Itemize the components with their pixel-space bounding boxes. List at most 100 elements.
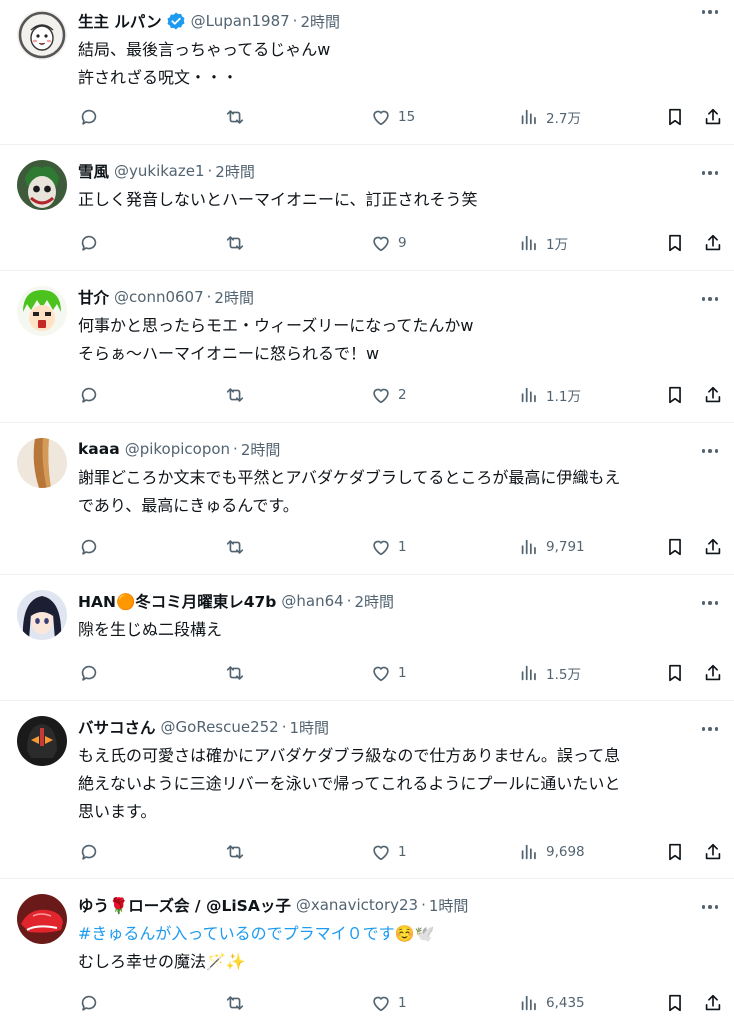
bookmark-button[interactable]: [664, 661, 686, 685]
handle[interactable]: @GoRescue252: [161, 718, 279, 736]
tweet-text: 何事かと思ったらモエ・ウィーズリーになってたんかw そらぁ～ハーマイオニーに怒ら…: [78, 316, 474, 363]
like-button[interactable]: 1: [370, 661, 407, 685]
reply-button[interactable]: [78, 661, 100, 685]
display-name[interactable]: 生主 ルパン: [78, 10, 162, 32]
bookmark-button[interactable]: [664, 535, 686, 559]
retweet-button[interactable]: [224, 991, 246, 1015]
handle[interactable]: @xanavictory23: [296, 896, 418, 914]
reply-button[interactable]: [78, 535, 100, 559]
more-icon[interactable]: [698, 165, 722, 181]
share-icon: [705, 234, 721, 251]
handle[interactable]: @yukikaze1: [114, 162, 205, 180]
tweet[interactable]: 甘介 @conn0607 · 2時間 何事かと思ったらモエ・ウィーズリーになって…: [0, 271, 734, 423]
reply-button[interactable]: [78, 383, 100, 407]
timestamp[interactable]: 2時間: [300, 11, 340, 32]
more-icon[interactable]: [698, 4, 722, 20]
display-name[interactable]: 甘介: [78, 286, 109, 308]
reply-button[interactable]: [78, 105, 100, 129]
action-bar: 1 1.5万: [78, 661, 728, 685]
handle[interactable]: @han64: [281, 592, 343, 610]
hashtag-link[interactable]: #きゅるんが入っているのでプラマイ０です: [78, 924, 395, 943]
share-button[interactable]: [702, 991, 724, 1015]
bookmark-button[interactable]: [664, 105, 686, 129]
share-button[interactable]: [702, 383, 724, 407]
views-icon: [521, 844, 536, 860]
tweet[interactable]: バサコさん @GoRescue252 · 1時間 もえ氏の可愛さは確かにアバダケ…: [0, 701, 734, 879]
like-button[interactable]: 1: [370, 840, 407, 864]
display-name[interactable]: 雪風: [78, 160, 109, 182]
bookmark-button[interactable]: [664, 991, 686, 1015]
more-icon[interactable]: [698, 291, 722, 307]
tweet-text: 謝罪どころか文末でも平然とアバダケダブラしてるところが最高に伊織もえ であり、最…: [78, 468, 621, 515]
reply-button[interactable]: [78, 231, 100, 255]
tweet[interactable]: ゆう🌹ローズ会 / @LiSAッ子 @xanavictory23 · 1時間 #…: [0, 879, 734, 1022]
share-button[interactable]: [702, 105, 724, 129]
retweet-button[interactable]: [224, 840, 246, 864]
bookmark-icon: [669, 386, 681, 404]
reply-icon: [81, 844, 97, 860]
tweet[interactable]: 生主 ルパン @Lupan1987 · 2時間 結局、最後言っちゃってるじゃんw…: [0, 0, 734, 145]
bookmark-button[interactable]: [664, 231, 686, 255]
timestamp[interactable]: 2時間: [214, 287, 254, 308]
timestamp[interactable]: 2時間: [241, 439, 281, 460]
retweet-button[interactable]: [224, 231, 246, 255]
views-button[interactable]: 1.5万: [518, 661, 581, 685]
like-button[interactable]: 15: [370, 105, 415, 129]
retweet-button[interactable]: [224, 535, 246, 559]
share-button[interactable]: [702, 661, 724, 685]
reply-button[interactable]: [78, 840, 100, 864]
avatar[interactable]: [17, 160, 67, 210]
handle[interactable]: @conn0607: [114, 288, 204, 306]
reply-button[interactable]: [78, 991, 100, 1015]
views-button[interactable]: 9,698: [518, 840, 585, 864]
like-button[interactable]: 1: [370, 535, 407, 559]
display-name[interactable]: kaaa: [78, 440, 120, 458]
display-name[interactable]: HAN🟠冬コミ月曜東レ47b: [78, 590, 276, 612]
avatar[interactable]: [17, 716, 67, 766]
retweet-icon: [226, 540, 244, 554]
timestamp[interactable]: 2時間: [215, 161, 255, 182]
retweet-button[interactable]: [224, 661, 246, 685]
more-icon[interactable]: [698, 595, 722, 611]
avatar[interactable]: [17, 590, 67, 640]
share-button[interactable]: [702, 231, 724, 255]
avatar[interactable]: [17, 10, 67, 60]
share-button[interactable]: [702, 840, 724, 864]
more-icon[interactable]: [698, 721, 722, 737]
tweet[interactable]: HAN🟠冬コミ月曜東レ47b @han64 · 2時間 隙を生じぬ二段構え 1 …: [0, 575, 734, 701]
display-name[interactable]: バサコさん: [78, 716, 156, 738]
timestamp[interactable]: 2時間: [354, 591, 394, 612]
bookmark-icon: [669, 234, 681, 252]
avatar[interactable]: [17, 438, 67, 488]
retweet-button[interactable]: [224, 383, 246, 407]
like-button[interactable]: 2: [370, 383, 407, 407]
views-button[interactable]: 2.7万: [518, 105, 581, 129]
timestamp[interactable]: 1時間: [290, 717, 330, 738]
share-button[interactable]: [702, 535, 724, 559]
more-icon[interactable]: [698, 443, 722, 459]
tweet[interactable]: 雪風 @yukikaze1 · 2時間 正しく発音しないとハーマイオニーに、訂正…: [0, 145, 734, 271]
like-button[interactable]: 1: [370, 991, 407, 1015]
avatar[interactable]: [17, 894, 67, 944]
tweet[interactable]: kaaa @pikopicopon · 2時間 謝罪どころか文末でも平然とアバダ…: [0, 423, 734, 575]
views-button[interactable]: 9,791: [518, 535, 585, 559]
bookmark-button[interactable]: [664, 383, 686, 407]
like-count: 9: [398, 235, 407, 251]
retweet-button[interactable]: [224, 105, 246, 129]
timestamp[interactable]: 1時間: [429, 895, 469, 916]
bookmark-icon: [669, 994, 681, 1012]
views-button[interactable]: 1.1万: [518, 383, 581, 407]
views-button[interactable]: 1万: [518, 231, 568, 255]
bookmark-button[interactable]: [664, 840, 686, 864]
share-icon: [705, 994, 721, 1011]
display-name[interactable]: ゆう🌹ローズ会 / @LiSAッ子: [78, 894, 291, 916]
action-bar: 1 9,791: [78, 535, 728, 559]
views-button[interactable]: 6,435: [518, 991, 585, 1015]
like-button[interactable]: 9: [370, 231, 407, 255]
avatar[interactable]: [17, 286, 67, 336]
bookmark-icon: [669, 108, 681, 126]
like-count: 1: [398, 539, 407, 555]
handle[interactable]: @Lupan1987: [191, 12, 290, 30]
more-icon[interactable]: [698, 899, 722, 915]
handle[interactable]: @pikopicopon: [125, 440, 230, 458]
